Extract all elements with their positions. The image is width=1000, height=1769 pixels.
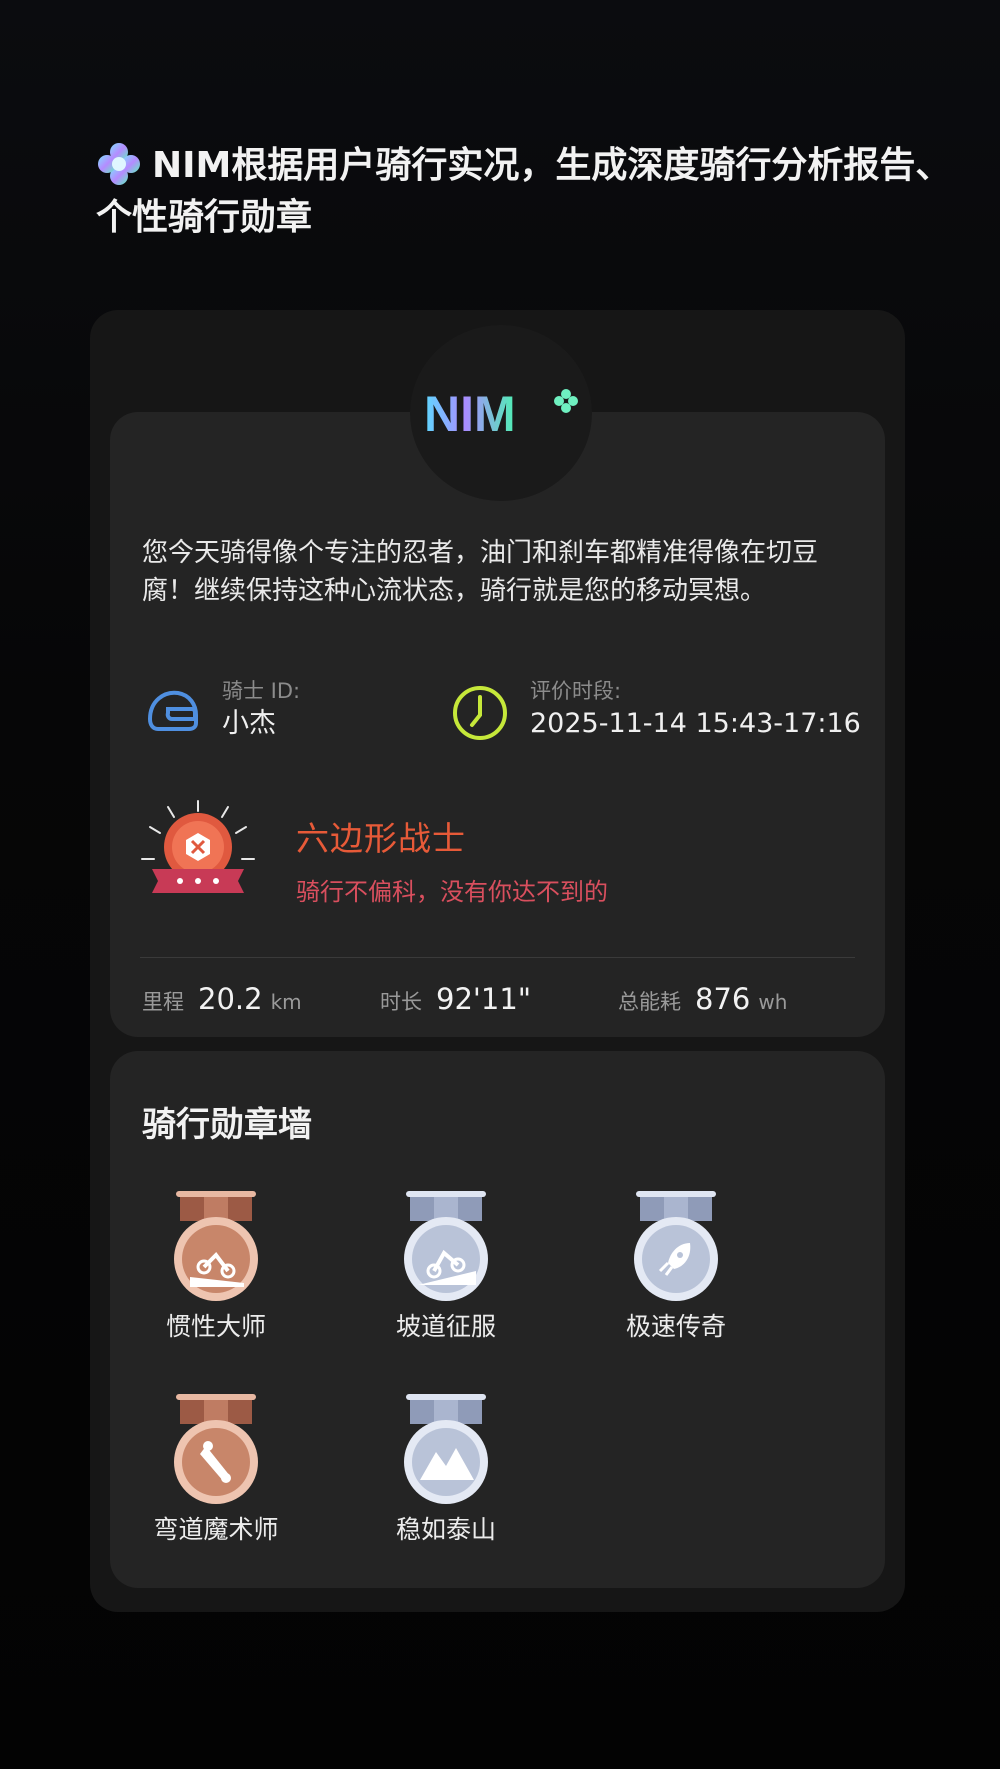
rider-id-label: 骑士 ID: (222, 679, 301, 703)
nim-logo: NIM (410, 325, 592, 501)
medal-item[interactable]: 坡道征服 (346, 1191, 546, 1343)
motorbike-downhill-icon (174, 1191, 258, 1301)
medal-name: 稳如泰山 (395, 1515, 496, 1544)
hexagon-warrior-badge-icon (141, 800, 255, 893)
stat-label: 里程 (142, 990, 184, 1014)
medal-item[interactable]: 稳如泰山 (346, 1394, 546, 1546)
stat-value: 20.2 (198, 982, 263, 1016)
medal-wall-title: 骑行勋章墙 (142, 1105, 312, 1145)
badge-subtitle: 骑行不偏科，没有你达不到的 (296, 878, 608, 906)
rocket-icon (634, 1191, 718, 1301)
stat-energy: 总能耗 876 wh (618, 982, 787, 1016)
motorbike-uphill-icon (404, 1191, 488, 1301)
evaluation-period-value: 2025-11-14 15:43-17:16 (530, 708, 861, 739)
medal-item[interactable]: 弯道魔术师 (116, 1394, 316, 1546)
stat-duration: 时长 92'11" (380, 982, 531, 1016)
clock-icon (453, 686, 507, 740)
motorbike-lean-icon (174, 1394, 258, 1504)
headline-text: NIM根据用户骑行实况，生成深度骑行分析报告、个性骑行勋章 (96, 145, 952, 238)
page: NIM根据用户骑行实况，生成深度骑行分析报告、个性骑行勋章 您今天骑得像个专注的… (0, 0, 1000, 1769)
ride-stats: 里程 20.2 km 时长 92'11" 总能耗 876 wh (142, 982, 862, 1032)
headline: NIM根据用户骑行实况，生成深度骑行分析报告、个性骑行勋章 (96, 140, 966, 244)
medal-wall: 骑行勋章墙 惯性大师 坡道征服 极速传奇 弯道魔术师 稳如泰山 (110, 1051, 885, 1588)
logo-text: NIM (424, 386, 516, 442)
stat-value: 92'11" (436, 982, 532, 1016)
stat-label: 时长 (380, 990, 422, 1014)
helmet-icon (147, 690, 198, 731)
sparkle-icon (98, 143, 140, 185)
divider (140, 957, 855, 958)
stat-unit: km (270, 990, 302, 1014)
medal-name: 极速传奇 (625, 1312, 726, 1341)
evaluation-period-label: 评价时段: (530, 679, 622, 703)
time-info: 评价时段: 2025-11-14 15:43-17:16 (450, 677, 861, 743)
rider-info: 骑士 ID: 小杰 (142, 677, 300, 743)
medal-item[interactable]: 极速传奇 (576, 1191, 776, 1343)
achievement-badge[interactable]: 六边形战士 骑行不偏科，没有你达不到的 (138, 797, 858, 917)
rider-id-value: 小杰 (222, 708, 276, 739)
nim-logo-mark: NIM (424, 386, 578, 442)
stat-value: 876 (695, 982, 751, 1016)
stat-distance: 里程 20.2 km (142, 982, 302, 1016)
stat-unit: wh (758, 990, 788, 1014)
medal-item[interactable]: 惯性大师 (116, 1191, 316, 1343)
stat-label: 总能耗 (618, 990, 681, 1014)
report-card: 您今天骑得像个专注的忍者，油门和刹车都精准得像在切豆腐！继续保持这种心流状态，骑… (110, 412, 885, 1037)
report-summary: 您今天骑得像个专注的忍者，油门和刹车都精准得像在切豆腐！继续保持这种心流状态，骑… (142, 538, 819, 606)
medal-name: 弯道魔术师 (153, 1515, 279, 1544)
medal-name: 惯性大师 (165, 1312, 266, 1341)
mountain-icon (404, 1394, 488, 1504)
badge-title: 六边形战士 (296, 819, 466, 858)
medal-name: 坡道征服 (395, 1312, 496, 1341)
